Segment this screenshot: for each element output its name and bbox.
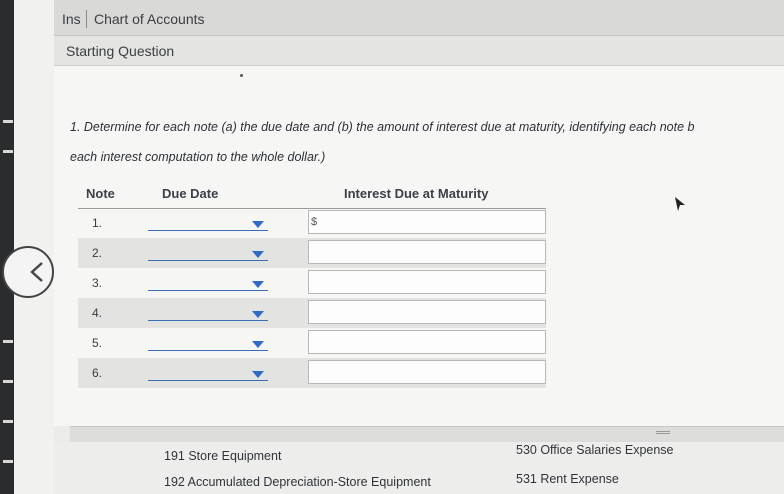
tab-divider: [86, 10, 87, 28]
caret-down-icon: [252, 220, 264, 228]
table-row: 5.: [78, 328, 546, 358]
interest-input[interactable]: [308, 359, 546, 384]
caret-down-icon: [252, 280, 264, 288]
account-item: 530 Office Salaries Expense: [516, 443, 674, 457]
left-edge-strip: [0, 0, 14, 494]
chevron-left-icon: [30, 262, 43, 282]
account-item: 191 Store Equipment: [164, 449, 282, 463]
strip-mark: [3, 460, 13, 463]
table-row: 2.: [78, 238, 546, 268]
note-number: 3.: [92, 276, 103, 290]
strip-mark: [3, 120, 13, 123]
note-number: 2.: [78, 238, 142, 268]
strip-mark: [3, 420, 13, 423]
table-row: 6.: [78, 358, 546, 388]
note-number: 1.: [92, 216, 103, 231]
interest-input[interactable]: [308, 269, 546, 294]
header-due-date: Due Date: [142, 182, 292, 209]
interest-input[interactable]: $: [308, 209, 546, 234]
due-date-dropdown[interactable]: [148, 243, 268, 261]
interest-input[interactable]: [308, 239, 546, 264]
note-number: 5.: [92, 336, 103, 350]
header-note: Note: [78, 182, 142, 209]
account-item: 192 Accumulated Depreciation-Store Equip…: [164, 475, 431, 489]
caret-down-icon: [252, 250, 264, 258]
table-row: 3.: [78, 268, 546, 298]
strip-mark: [3, 380, 13, 383]
interest-input[interactable]: [308, 329, 546, 354]
decorative-dot: [240, 74, 243, 77]
outer-margin: [2, 0, 54, 494]
table-row: 4.: [78, 298, 546, 328]
question-panel: 1. Determine for each note (a) the due d…: [54, 66, 784, 426]
drag-handle-icon[interactable]: [656, 431, 670, 434]
back-button[interactable]: [2, 246, 54, 298]
table-row: 1. $: [78, 208, 546, 238]
header-interest: Interest Due at Maturity: [292, 182, 546, 209]
interest-input[interactable]: [308, 299, 546, 324]
section-title: Starting Question: [66, 43, 175, 59]
mouse-pointer-icon: [675, 197, 685, 211]
account-item: 531 Rent Expense: [516, 472, 619, 486]
due-date-dropdown[interactable]: [148, 213, 268, 231]
due-date-dropdown[interactable]: [148, 303, 268, 321]
strip-mark: [3, 150, 13, 153]
due-date-dropdown[interactable]: [148, 333, 268, 351]
strip-mark: [3, 340, 13, 343]
tab-truncated[interactable]: Ins: [62, 11, 81, 27]
currency-symbol: $: [311, 215, 318, 228]
caret-down-icon: [252, 340, 264, 348]
due-date-dropdown[interactable]: [148, 273, 268, 291]
note-number: 6.: [78, 358, 142, 388]
chart-of-accounts-list: 191 Store Equipment 192 Accumulated Depr…: [54, 442, 784, 494]
tab-chart-of-accounts[interactable]: Chart of Accounts: [94, 11, 205, 27]
caret-down-icon: [252, 310, 264, 318]
resize-bar[interactable]: [70, 426, 784, 442]
tab-bar: Ins Chart of Accounts: [54, 0, 784, 36]
due-date-dropdown[interactable]: [148, 363, 268, 381]
caret-down-icon: [252, 370, 264, 378]
notes-table: Note Due Date Interest Due at Maturity 1…: [78, 182, 546, 388]
note-number: 4.: [78, 298, 142, 328]
question-line-1: 1. Determine for each note (a) the due d…: [70, 120, 695, 134]
section-header: Starting Question: [54, 36, 784, 66]
question-text: 1. Determine for each note (a) the due d…: [70, 112, 780, 172]
question-line-2: each interest computation to the whole d…: [70, 150, 326, 164]
